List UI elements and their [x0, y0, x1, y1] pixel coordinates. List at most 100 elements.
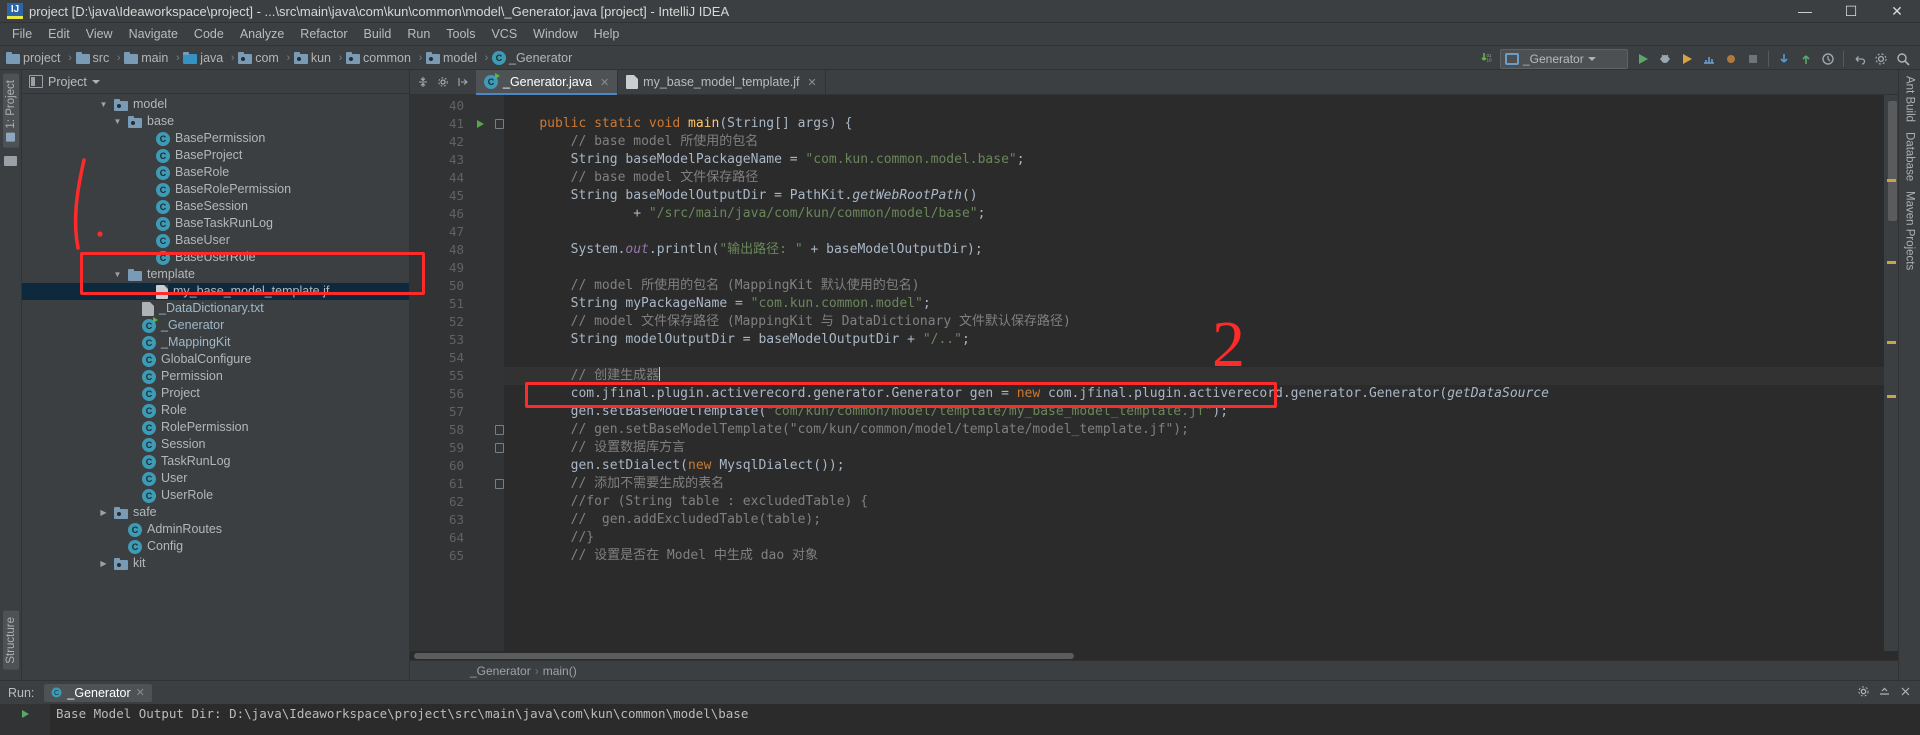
- tree-item[interactable]: ▼ model: [22, 96, 409, 113]
- menu-item-view[interactable]: View: [78, 25, 121, 43]
- line-number[interactable]: 63: [410, 511, 470, 529]
- menu-item-tools[interactable]: Tools: [438, 25, 483, 43]
- breadcrumb-item-model[interactable]: model: [425, 51, 482, 65]
- code-line[interactable]: String baseModelOutputDir = PathKit.getW…: [504, 187, 1884, 205]
- minimize-panel-icon[interactable]: [1878, 685, 1891, 701]
- tree-item[interactable]: ▶CBaseTaskRunLog: [22, 215, 409, 232]
- breadcrumb-item-common[interactable]: common: [346, 51, 416, 65]
- menu-item-navigate[interactable]: Navigate: [121, 25, 186, 43]
- code-line[interactable]: + "/src/main/java/com/kun/common/model/b…: [504, 205, 1884, 223]
- stop-button[interactable]: [1742, 48, 1764, 70]
- line-number[interactable]: 59: [410, 439, 504, 457]
- code-line[interactable]: String baseModelPackageName = "com.kun.c…: [504, 151, 1884, 169]
- code-line[interactable]: //}: [504, 529, 1884, 547]
- attach-debugger-icon[interactable]: [1720, 48, 1742, 70]
- tree-item[interactable]: ▶CConfig: [22, 538, 409, 555]
- line-number[interactable]: 49: [410, 259, 470, 277]
- code-line[interactable]: [504, 259, 1884, 277]
- code-content[interactable]: public static void main(String[] args) {…: [504, 95, 1884, 651]
- history-icon[interactable]: [1817, 48, 1839, 70]
- debug-button[interactable]: [1654, 48, 1676, 70]
- breadcrumb-item-kun[interactable]: kun: [293, 51, 336, 65]
- line-number[interactable]: 54: [410, 349, 470, 367]
- close-button[interactable]: ✕: [1874, 0, 1920, 23]
- run-tab-generator[interactable]: C _Generator ✕: [44, 683, 152, 702]
- breadcrumb-item-com[interactable]: com: [238, 51, 284, 65]
- commit-icon[interactable]: [1795, 48, 1817, 70]
- tree-item[interactable]: ▶my_base_model_template.jf: [22, 283, 409, 300]
- sidebar-item-ant-build[interactable]: Ant Build: [1904, 76, 1916, 122]
- editor-tab-_generator-java[interactable]: C _Generator.java ✕: [476, 70, 619, 95]
- warning-marker[interactable]: [1887, 261, 1896, 264]
- sidebar-item-maven-projects[interactable]: Maven Projects: [1904, 191, 1916, 270]
- sidebar-item-project[interactable]: 1: Project: [2, 74, 19, 148]
- menu-item-vcs[interactable]: VCS: [483, 25, 525, 43]
- warning-marker[interactable]: [1887, 395, 1896, 398]
- settings-gear-icon[interactable]: [1857, 685, 1870, 701]
- line-number[interactable]: 50: [410, 277, 470, 295]
- line-number[interactable]: 61: [410, 475, 504, 493]
- code-line[interactable]: System.out.println("输出路径: " + baseModelO…: [504, 241, 1884, 259]
- tree-item[interactable]: ▶CRolePermission: [22, 419, 409, 436]
- tree-item[interactable]: ▼ base: [22, 113, 409, 130]
- menu-item-refactor[interactable]: Refactor: [292, 25, 355, 43]
- tree-item[interactable]: ▶C_Generator: [22, 316, 409, 334]
- line-number[interactable]: 47: [410, 223, 470, 241]
- menu-item-window[interactable]: Window: [525, 25, 585, 43]
- code-line[interactable]: String modelOutputDir = baseModelOutputD…: [504, 331, 1884, 349]
- scrollbar-thumb[interactable]: [1888, 101, 1897, 221]
- line-number[interactable]: 43: [410, 151, 470, 169]
- line-number[interactable]: 42: [410, 133, 470, 151]
- tree-item[interactable]: ▶_DataDictionary.txt: [22, 300, 409, 317]
- horizontal-scrollbar-thumb[interactable]: [414, 653, 1074, 659]
- line-number[interactable]: 48: [410, 241, 470, 259]
- editor-tab-my_base_model_template-jf[interactable]: my_base_model_template.jf ✕: [618, 70, 826, 94]
- tree-item[interactable]: ▶CAdminRoutes: [22, 521, 409, 538]
- line-number[interactable]: 62: [410, 493, 470, 511]
- minimize-button[interactable]: —: [1782, 0, 1828, 23]
- line-number[interactable]: 44: [410, 169, 470, 187]
- line-number[interactable]: 58: [410, 421, 504, 439]
- chevron-down-icon[interactable]: ▼: [112, 116, 123, 127]
- tree-item[interactable]: ▶ safe: [22, 504, 409, 521]
- code-line[interactable]: [504, 223, 1884, 241]
- tree-item[interactable]: ▶CBaseUser: [22, 232, 409, 249]
- run-button[interactable]: [1632, 48, 1654, 70]
- tree-item[interactable]: ▶CProject: [22, 385, 409, 402]
- rerun-icon[interactable]: [19, 707, 32, 720]
- settings-gear-icon[interactable]: [434, 73, 452, 91]
- code-line[interactable]: String myPackageName = "com.kun.common.m…: [504, 295, 1884, 313]
- close-icon[interactable]: ✕: [600, 76, 609, 89]
- tree-item[interactable]: ▶CUser: [22, 470, 409, 487]
- menu-item-code[interactable]: Code: [186, 25, 232, 43]
- line-number[interactable]: 64: [410, 529, 470, 547]
- code-line[interactable]: [504, 97, 1884, 115]
- search-icon[interactable]: [1892, 48, 1914, 70]
- line-number[interactable]: 51: [410, 295, 470, 313]
- chevron-right-icon[interactable]: ▶: [98, 507, 109, 518]
- compile-icon[interactable]: 01 10: [1474, 48, 1496, 70]
- hide-panel-icon[interactable]: [1899, 685, 1912, 701]
- menu-item-run[interactable]: Run: [399, 25, 438, 43]
- line-number[interactable]: 46: [410, 205, 470, 223]
- tree-item[interactable]: ▶CSession: [22, 436, 409, 453]
- line-number[interactable]: 41: [410, 115, 504, 133]
- editor-breadcrumb-item[interactable]: _Generator: [470, 664, 531, 678]
- breadcrumb-item-generator[interactable]: C _Generator: [492, 50, 577, 65]
- profile-button[interactable]: [1698, 48, 1720, 70]
- close-icon[interactable]: ✕: [808, 76, 817, 89]
- code-line[interactable]: // model 所使用的包名 (MappingKit 默认使用的包名): [504, 277, 1884, 295]
- code-line[interactable]: com.jfinal.plugin.activerecord.generator…: [504, 385, 1884, 403]
- tree-item[interactable]: ▼ template: [22, 266, 409, 283]
- maximize-button[interactable]: ☐: [1828, 0, 1874, 23]
- code-line[interactable]: // 添加不需要生成的表名: [504, 475, 1884, 493]
- code-line[interactable]: // 设置数据库方言: [504, 439, 1884, 457]
- update-project-icon[interactable]: [1773, 48, 1795, 70]
- code-line[interactable]: [504, 349, 1884, 367]
- code-line[interactable]: // 创建生成器: [504, 367, 1884, 385]
- editor-breadcrumb-item[interactable]: main(): [543, 664, 577, 678]
- tree-item[interactable]: ▶CBaseSession: [22, 198, 409, 215]
- code-line[interactable]: gen.setDialect(new MysqlDialect());: [504, 457, 1884, 475]
- breadcrumb-item-java[interactable]: java: [183, 51, 228, 65]
- menu-item-file[interactable]: File: [4, 25, 40, 43]
